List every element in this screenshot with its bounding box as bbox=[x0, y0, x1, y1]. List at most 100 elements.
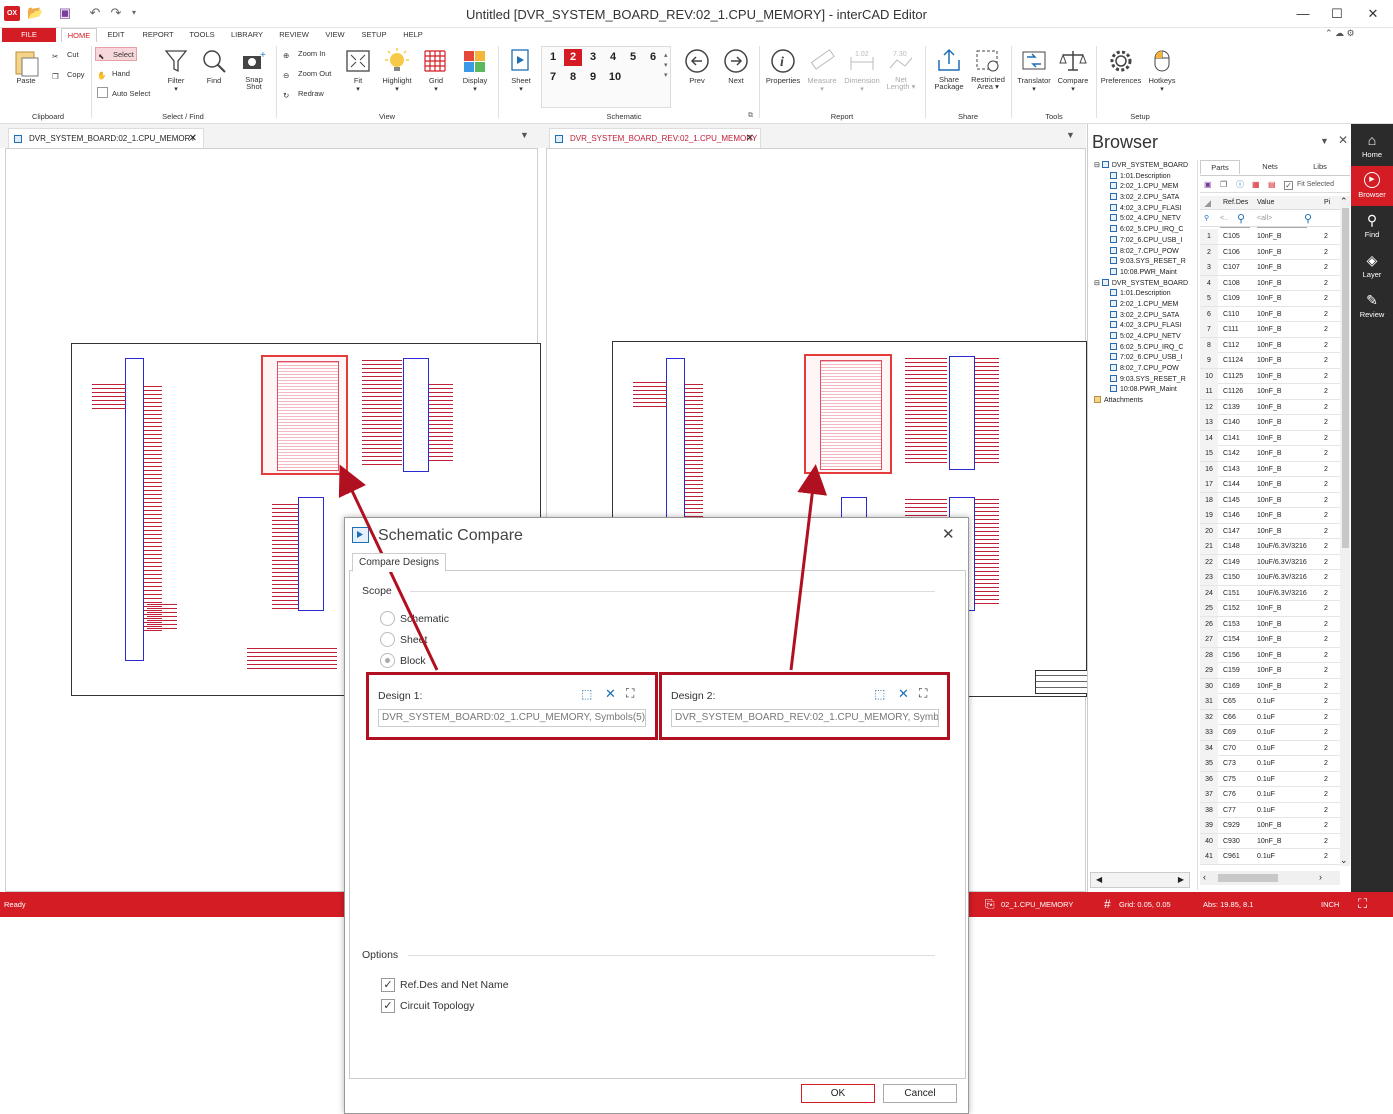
table-row[interactable]: 3 C107 10nF_B 2 bbox=[1200, 260, 1340, 276]
share-package-button[interactable]: Share Package bbox=[930, 48, 968, 90]
tree-item[interactable]: 2:02_1.CPU_MEM bbox=[1094, 182, 1194, 193]
table-row[interactable]: 29 C159 10nF_B 2 bbox=[1200, 663, 1340, 679]
sheet-number-3[interactable]: 3 bbox=[584, 49, 602, 66]
column-value[interactable]: Value bbox=[1257, 196, 1274, 210]
sidebar-home[interactable]: ⌂ Home bbox=[1351, 126, 1393, 166]
tree-item[interactable]: 7:02_6.CPU_USB_I bbox=[1094, 353, 1194, 364]
restricted-area-button[interactable]: Restricted Area ▾ bbox=[968, 48, 1008, 90]
table-row[interactable]: 22 C149 10uF/6.3V/3216 2 bbox=[1200, 554, 1340, 570]
find-button[interactable]: Find bbox=[198, 48, 230, 85]
table-row[interactable]: 12 C139 10nF_B 2 bbox=[1200, 399, 1340, 415]
clear-design-icon[interactable]: ✕ bbox=[605, 686, 616, 702]
menu-help[interactable]: HELP bbox=[398, 28, 428, 42]
table-row[interactable]: 15 C142 10nF_B 2 bbox=[1200, 446, 1340, 462]
redraw-button[interactable]: ↻ Redraw bbox=[283, 87, 324, 101]
clear-design-icon[interactable]: ✕ bbox=[898, 686, 909, 702]
table-row[interactable]: 41 C961 0.1uF 2 bbox=[1200, 849, 1340, 865]
zoom-in-button[interactable]: ⊕ Zoom In bbox=[283, 47, 326, 61]
ok-button[interactable]: OK bbox=[801, 1084, 875, 1103]
zoom-out-button[interactable]: ⊖ Zoom Out bbox=[283, 67, 331, 81]
tab-list-dropdown-icon[interactable]: ▼ bbox=[1066, 130, 1075, 140]
table-row[interactable]: 17 C144 10nF_B 2 bbox=[1200, 477, 1340, 493]
scrollbar-thumb[interactable] bbox=[1218, 874, 1278, 882]
prev-button[interactable]: Prev bbox=[682, 48, 712, 85]
table-row[interactable]: 19 C146 10nF_B 2 bbox=[1200, 508, 1340, 524]
tree-item[interactable]: 8:02_7.CPU_POW bbox=[1094, 246, 1194, 258]
filter-search-icon[interactable]: ⚲ bbox=[1304, 211, 1312, 227]
doc-tab-design2[interactable]: DVR_SYSTEM_BOARD_REV:02_1.CPU_MEMORY ✕ bbox=[549, 128, 761, 148]
select-all-corner[interactable] bbox=[1204, 200, 1211, 207]
filter-search-icon[interactable]: ⚲ bbox=[1237, 211, 1245, 227]
table-row[interactable]: 24 C151 10uF/6.3V/3216 2 bbox=[1200, 585, 1340, 601]
tree-root-item[interactable]: ⊟ DVR_SYSTEM_BOARD bbox=[1094, 278, 1194, 290]
tree-item[interactable]: 1:01.Description bbox=[1094, 289, 1194, 300]
design1-field[interactable]: DVR_SYSTEM_BOARD:02_1.CPU_MEMORY, Symbol… bbox=[378, 709, 646, 727]
table-row[interactable]: 37 C76 0.1uF 2 bbox=[1200, 787, 1340, 803]
net-length-button[interactable]: 7.30 Net Length ▾ bbox=[884, 48, 918, 90]
sheet-number-4[interactable]: 4 bbox=[604, 49, 622, 66]
table-row[interactable]: 10 C1125 10nF_B 2 bbox=[1200, 368, 1340, 384]
tree-item[interactable]: 8:02_7.CPU_POW bbox=[1094, 364, 1194, 375]
tree-item[interactable]: 4:02_3.CPU_FLASI bbox=[1094, 321, 1194, 332]
table-row[interactable]: 40 C930 10nF_B 2 bbox=[1200, 833, 1340, 849]
menu-library[interactable]: LIBRARY bbox=[226, 28, 268, 42]
highlighted-block[interactable] bbox=[261, 355, 348, 475]
table-row[interactable]: 38 C77 0.1uF 2 bbox=[1200, 802, 1340, 818]
parts-horizontal-scrollbar[interactable]: ‹ › bbox=[1200, 871, 1340, 885]
table-row[interactable]: 32 C66 0.1uF 2 bbox=[1200, 709, 1340, 725]
fullscreen-icon[interactable]: ⛶ bbox=[1358, 896, 1367, 912]
fit-button[interactable]: Fit ▾ bbox=[342, 48, 374, 93]
table-row[interactable]: 36 C75 0.1uF 2 bbox=[1200, 771, 1340, 787]
table-row[interactable]: 31 C65 0.1uF 2 bbox=[1200, 694, 1340, 710]
tree-item[interactable]: 9:03.SYS_RESET_R bbox=[1094, 257, 1194, 268]
maximize-button[interactable]: ☐ bbox=[1320, 4, 1354, 24]
sheet-number-1[interactable]: 1 bbox=[544, 49, 562, 66]
table-row[interactable]: 27 C154 10nF_B 2 bbox=[1200, 632, 1340, 648]
table-row[interactable]: 35 C73 0.1uF 2 bbox=[1200, 756, 1340, 772]
tree-root-item[interactable]: Attachments bbox=[1094, 396, 1194, 407]
table-row[interactable]: 16 C143 10nF_B 2 bbox=[1200, 461, 1340, 477]
color-icon[interactable]: ▦ bbox=[1252, 176, 1260, 194]
scroll-up-icon[interactable]: ⌃ bbox=[1340, 196, 1348, 207]
sidebar-browser[interactable]: ▶ Browser bbox=[1351, 166, 1393, 206]
menu-home[interactable]: HOME bbox=[61, 28, 97, 42]
sidebar-review[interactable]: ✎ Review bbox=[1351, 286, 1393, 326]
expand-design-icon[interactable]: ⛶ bbox=[626, 686, 634, 701]
table-row[interactable]: 20 C147 10nF_B 2 bbox=[1200, 523, 1340, 539]
column-refdes[interactable]: Ref.Des bbox=[1223, 196, 1248, 210]
refdes-netname-checkbox[interactable]: ✓ bbox=[381, 978, 395, 992]
table-row[interactable]: 26 C153 10nF_B 2 bbox=[1200, 616, 1340, 632]
select-design-icon[interactable]: ⬚ bbox=[874, 687, 885, 701]
table-row[interactable]: 2 C106 10nF_B 2 bbox=[1200, 244, 1340, 260]
table-row[interactable]: 18 C145 10nF_B 2 bbox=[1200, 492, 1340, 508]
scroll-down-icon[interactable]: ⌄ bbox=[1340, 855, 1348, 866]
table-row[interactable]: 8 C112 10nF_B 2 bbox=[1200, 337, 1340, 353]
close-tab-icon[interactable]: ✕ bbox=[189, 129, 197, 149]
sheet-number-8[interactable]: 8 bbox=[564, 69, 582, 86]
sheet-number-10[interactable]: 10 bbox=[604, 69, 626, 86]
tab-nets[interactable]: Nets bbox=[1250, 160, 1290, 174]
translator-button[interactable]: Translator ▾ bbox=[1014, 48, 1054, 93]
info-icon[interactable]: ⓘ bbox=[1236, 176, 1244, 194]
circuit-topology-checkbox[interactable]: ✓ bbox=[381, 999, 395, 1013]
filter-button[interactable]: Filter ▾ bbox=[160, 48, 192, 93]
table-row[interactable]: 11 C1126 10nF_B 2 bbox=[1200, 384, 1340, 400]
measure-button[interactable]: Measure ▾ bbox=[804, 48, 840, 93]
tab-list-dropdown-icon[interactable]: ▼ bbox=[520, 130, 529, 140]
sidebar-find[interactable]: ⚲ Find bbox=[1351, 206, 1393, 246]
auto-select-checkbox[interactable]: Auto Select bbox=[97, 87, 150, 101]
expand-collapse-icon[interactable]: ⊟ bbox=[1094, 280, 1102, 287]
scroll-right-icon[interactable]: ▶ bbox=[1178, 875, 1184, 884]
table-row[interactable]: 9 C1124 10nF_B 2 bbox=[1200, 353, 1340, 369]
menu-file[interactable]: FILE bbox=[2, 28, 56, 42]
table-icon[interactable]: ▤ bbox=[1268, 176, 1276, 194]
menu-view[interactable]: VIEW bbox=[320, 28, 350, 42]
close-tab-icon[interactable]: ✕ bbox=[746, 129, 754, 149]
preferences-button[interactable]: Preferences bbox=[1099, 48, 1143, 85]
tree-horizontal-scrollbar[interactable]: ◀ ▶ bbox=[1090, 872, 1190, 888]
menu-report[interactable]: REPORT bbox=[138, 28, 178, 42]
copy-button[interactable]: ❐ Copy bbox=[52, 68, 85, 82]
tree-item[interactable]: 5:02_4.CPU_NETV bbox=[1094, 214, 1194, 225]
tree-item[interactable]: 9:03.SYS_RESET_R bbox=[1094, 374, 1194, 386]
scroll-right-icon[interactable]: › bbox=[1319, 872, 1322, 882]
